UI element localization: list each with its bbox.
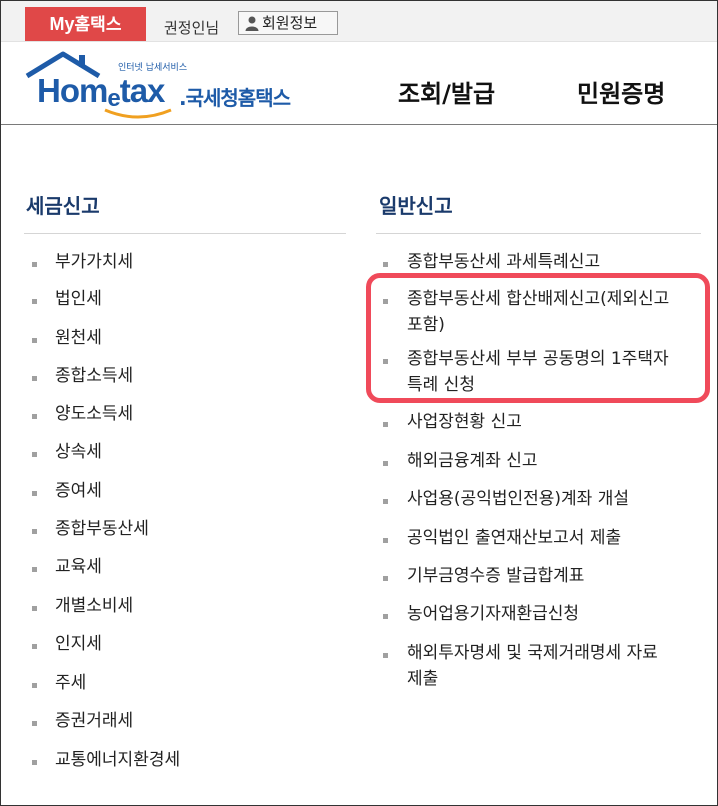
general-report-item[interactable]: 사업용(공익법인전용)계좌 개설 bbox=[407, 487, 629, 511]
list-bullet bbox=[383, 422, 388, 427]
list-bullet bbox=[32, 299, 37, 304]
tax-report-item[interactable]: 부가가치세 bbox=[55, 250, 133, 274]
list-bullet bbox=[32, 491, 37, 496]
myhome-suffix: 홈택스 bbox=[74, 15, 122, 35]
list-bullet bbox=[32, 452, 37, 457]
tax-report-item[interactable]: 양도소득세 bbox=[55, 402, 133, 426]
tax-report-item[interactable]: 교육세 bbox=[55, 555, 102, 579]
user-name: 권정인님 bbox=[164, 19, 220, 37]
list-bullet bbox=[383, 538, 388, 543]
list-bullet bbox=[32, 529, 37, 534]
logo-word-b: tax bbox=[119, 72, 166, 109]
myhome-prefix: My bbox=[49, 14, 75, 34]
tax-report-item[interactable]: 원천세 bbox=[55, 326, 102, 350]
list-bullet bbox=[32, 760, 37, 765]
list-bullet bbox=[32, 414, 37, 419]
my-hometax-button[interactable]: My홈택스 bbox=[25, 7, 146, 41]
general-report-item[interactable]: 해외금융계좌 신고 bbox=[407, 449, 538, 473]
list-bullet bbox=[32, 644, 37, 649]
list-bullet bbox=[383, 499, 388, 504]
tax-report-item[interactable]: 인지세 bbox=[55, 632, 102, 656]
list-bullet bbox=[32, 606, 37, 611]
list-bullet bbox=[383, 262, 388, 267]
general-report-title: 일반신고 bbox=[379, 194, 453, 218]
list-bullet bbox=[383, 461, 388, 466]
list-bullet bbox=[32, 262, 37, 267]
general-report-item[interactable]: 기부금영수증 발급합계표 bbox=[407, 564, 584, 588]
logo-swoosh-icon bbox=[104, 108, 172, 119]
logo-word-a: Hom bbox=[37, 72, 108, 109]
list-bullet bbox=[32, 338, 37, 343]
nav-inquiry-issue[interactable]: 조회/발급 bbox=[398, 74, 495, 109]
tax-report-item[interactable]: 상속세 bbox=[55, 440, 102, 464]
logo-korean: .국세청홈택스 bbox=[179, 86, 291, 110]
tax-report-item[interactable]: 법인세 bbox=[55, 287, 102, 311]
header: 인터넷 납세서비스 Hometax .국세청홈택스 조회/발급 민원증명 bbox=[1, 42, 717, 125]
list-bullet bbox=[32, 721, 37, 726]
list-bullet bbox=[383, 614, 388, 619]
left-divider bbox=[24, 233, 346, 234]
general-report-item[interactable]: 해외투자명세 및 국제거래명세 자료 bbox=[407, 641, 658, 665]
member-info-button[interactable]: 회원정보 bbox=[238, 11, 338, 35]
general-report-item[interactable]: 종합부동산세 과세특례신고 bbox=[407, 250, 600, 274]
list-bullet bbox=[32, 683, 37, 688]
general-report-item[interactable]: 사업장현황 신고 bbox=[407, 410, 522, 434]
list-bullet bbox=[383, 653, 388, 658]
hometax-logo[interactable]: 인터넷 납세서비스 Hometax .국세청홈택스 bbox=[23, 50, 313, 120]
member-info-label: 회원정보 bbox=[262, 14, 318, 32]
tax-report-item[interactable]: 종합소득세 bbox=[55, 364, 133, 388]
list-bullet bbox=[383, 576, 388, 581]
highlight-box bbox=[366, 273, 710, 403]
tax-report-item[interactable]: 개별소비세 bbox=[55, 594, 133, 618]
right-divider bbox=[376, 233, 701, 234]
tax-report-item[interactable]: 주세 bbox=[55, 671, 86, 695]
tax-report-item[interactable]: 종합부동산세 bbox=[55, 517, 149, 541]
tax-report-item[interactable]: 증권거래세 bbox=[55, 709, 133, 733]
tax-report-title: 세금신고 bbox=[26, 194, 100, 218]
nav-civil-certificate[interactable]: 민원증명 bbox=[577, 74, 665, 109]
general-report-item[interactable]: 공익법인 출연재산보고서 제출 bbox=[407, 526, 621, 550]
list-bullet bbox=[32, 376, 37, 381]
tax-report-item[interactable]: 증여세 bbox=[55, 479, 102, 503]
general-report-item-line2[interactable]: 제출 bbox=[407, 667, 438, 691]
list-bullet bbox=[32, 567, 37, 572]
logo-wordmark: Hometax bbox=[37, 72, 166, 112]
general-report-item[interactable]: 농어업용기자재환급신청 bbox=[407, 602, 579, 626]
person-icon bbox=[245, 16, 259, 31]
tax-report-item[interactable]: 교통에너지환경세 bbox=[55, 748, 180, 772]
